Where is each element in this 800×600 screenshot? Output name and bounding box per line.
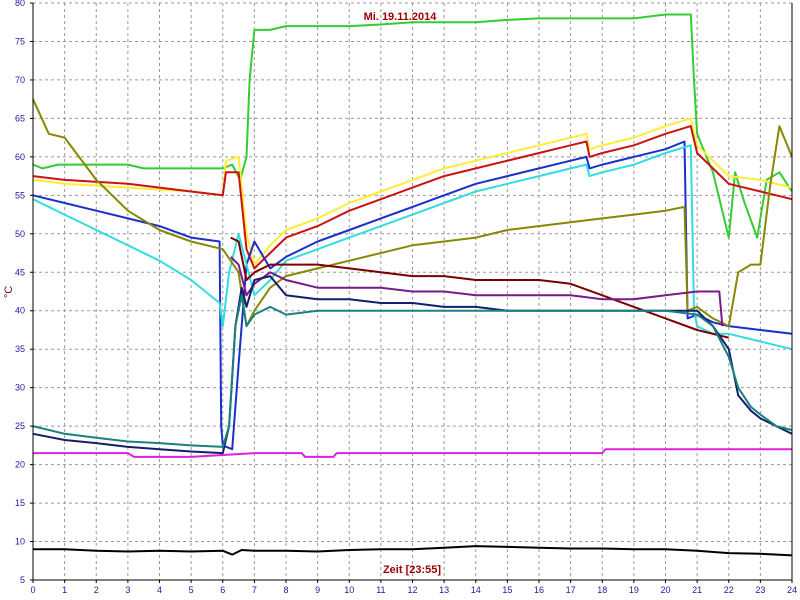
x-tick-label: 7 <box>252 585 257 595</box>
y-tick-label: 65 <box>15 113 25 123</box>
x-tick-label: 6 <box>220 585 225 595</box>
y-tick-label: 70 <box>15 75 25 85</box>
y-tick-label: 60 <box>15 152 25 162</box>
x-tick-label: 20 <box>660 585 670 595</box>
x-tick-label: 1 <box>62 585 67 595</box>
y-tick-label: 50 <box>15 229 25 239</box>
x-tick-label: 19 <box>629 585 639 595</box>
x-tick-label: 8 <box>283 585 288 595</box>
x-tick-label: 18 <box>597 585 607 595</box>
x-tick-label: 14 <box>471 585 481 595</box>
x-tick-label: 12 <box>407 585 417 595</box>
chart-title: Mi. 19.11.2014 <box>364 11 438 23</box>
x-axis-label: Zeit [23:55] <box>383 564 441 576</box>
x-tick-label: 3 <box>125 585 130 595</box>
x-tick-label: 21 <box>692 585 702 595</box>
x-tick-label: 23 <box>755 585 765 595</box>
y-tick-label: 35 <box>15 344 25 354</box>
x-tick-label: 15 <box>502 585 512 595</box>
x-tick-label: 9 <box>315 585 320 595</box>
x-tick-label: 4 <box>157 585 162 595</box>
y-tick-label: 30 <box>15 383 25 393</box>
y-tick-label: 20 <box>15 460 25 470</box>
x-tick-label: 17 <box>566 585 576 595</box>
chart-background <box>0 0 800 600</box>
x-tick-label: 2 <box>94 585 99 595</box>
y-tick-label: 80 <box>15 0 25 8</box>
x-tick-label: 11 <box>376 585 385 595</box>
temperature-chart: 0 1 2 3 4 5 6 7 8 9 10 11 12 13 14 15 16 17 18 19 20 21 22 23 24… <box>0 0 800 600</box>
x-tick-label: 13 <box>439 585 449 595</box>
y-tick-label: 55 <box>15 190 25 200</box>
x-tick-label: 24 <box>787 585 797 595</box>
y-tick-label: 45 <box>15 267 25 277</box>
y-tick-label: 75 <box>15 36 25 46</box>
x-tick-label: 22 <box>724 585 734 595</box>
x-tick-label: 5 <box>189 585 194 595</box>
x-tick-label: 0 <box>30 585 35 595</box>
y-tick-label: 40 <box>15 306 25 316</box>
y-tick-label: 15 <box>15 498 25 508</box>
y-tick-label: 25 <box>15 421 25 431</box>
x-tick-label: 10 <box>344 585 354 595</box>
y-axis-label: °C <box>3 286 15 298</box>
y-tick-label: 5 <box>20 575 25 585</box>
y-tick-label: 10 <box>15 537 25 547</box>
x-tick-label: 16 <box>534 585 544 595</box>
